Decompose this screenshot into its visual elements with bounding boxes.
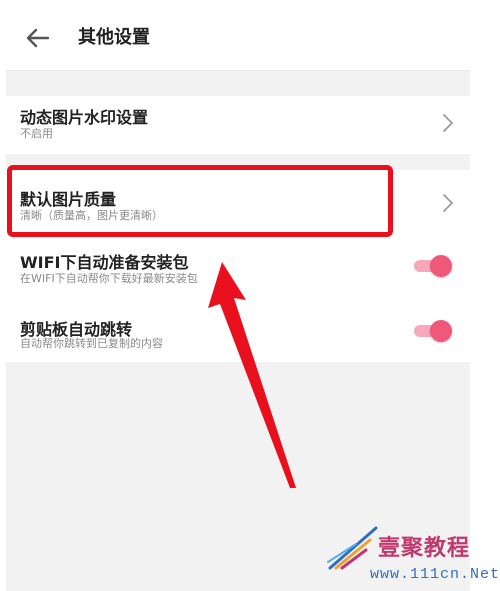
setting-row-wifi-preload[interactable]: WIFI下自动准备安装包 在WIFI下自动帮你下载好最新安装包 [6,240,470,296]
setting-row-image-quality[interactable]: 默认图片质量 清晰（质量高，图片更清晰） [6,170,470,234]
chevron-right-icon [443,114,453,132]
chevron-right-icon [443,194,453,212]
toggle-knob [430,255,452,277]
site-watermark: 壹聚教程 www.111cn.Net [326,520,500,590]
watermark-url: www.111cn.Net [370,566,500,583]
arrow-left-icon [26,28,50,48]
watermark-text: 壹聚教程 [378,535,471,561]
setting-subtitle: 不启用 [20,127,53,140]
setting-subtitle: 自动帮你跳转到已复制的内容 [20,337,163,350]
setting-subtitle: 在WIFI下自动帮你下载好最新安装包 [20,272,198,285]
back-button[interactable] [24,24,52,52]
clipboard-jump-toggle[interactable] [414,320,452,342]
section-gap [6,154,470,170]
app-header: 其他设置 [6,0,470,71]
setting-row-watermark[interactable]: 动态图片水印设置 不启用 [6,96,470,154]
settings-screen: 其他设置 动态图片水印设置 不启用 默认图片质量 清晰（质量高，图片更清晰） W… [6,0,470,591]
toggle-knob [430,320,452,342]
wifi-preload-toggle[interactable] [414,255,452,277]
section-gap [6,71,470,96]
setting-row-clipboard-jump[interactable]: 剪贴板自动跳转 自动帮你跳转到已复制的内容 [6,306,470,362]
setting-subtitle: 清晰（质量高，图片更清晰） [20,209,163,222]
page-title: 其他设置 [78,27,150,48]
